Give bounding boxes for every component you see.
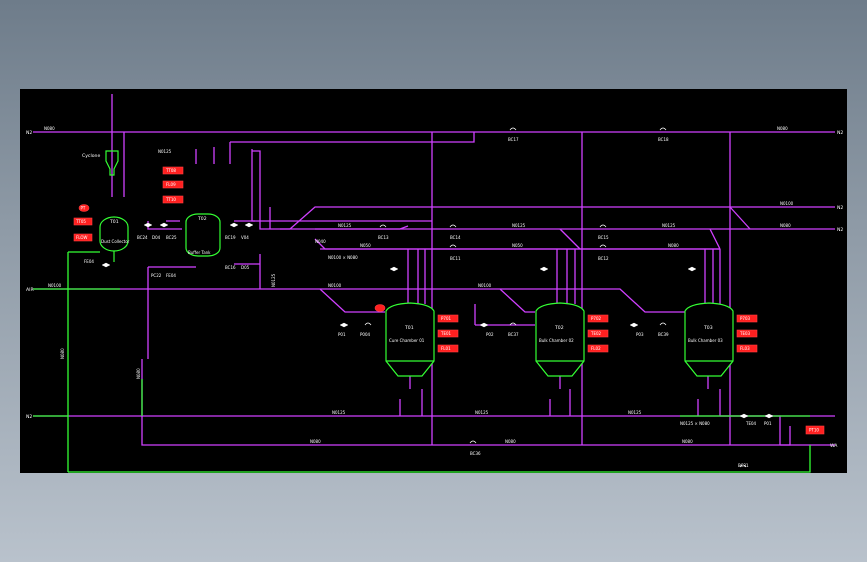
stream-air-left: AIR (26, 287, 34, 293)
valve-c5: BC15 (598, 235, 609, 240)
valve-d3: P02 (486, 332, 494, 337)
alarm-ch3-2-label: TE03 (739, 331, 751, 336)
line-feed-2: N0100 (328, 283, 342, 288)
valve-d6: BC39 (658, 332, 669, 337)
alarm-dc-top-label: PT (81, 206, 86, 211)
alarm-ch3-3-label: FL03 (740, 346, 750, 351)
valve-c1: BC13 (378, 235, 389, 240)
valve-d5: P03 (636, 332, 644, 337)
alarm-ch2-1-label: P702 (591, 316, 602, 321)
valve-c2: BC14 (450, 235, 461, 240)
valve-e1: BC36 (470, 451, 481, 456)
line-bottom-2: N0125 (475, 410, 489, 415)
label-dust-collector: Dust Collector (101, 239, 130, 244)
valve-f2: PC22 (151, 273, 162, 278)
line-top-header: N080 (44, 126, 55, 131)
valve-a1: BC24 (137, 235, 148, 240)
valve-e3: P01 (764, 421, 772, 426)
valve-e4: TE04 (745, 421, 757, 426)
tag-chamber-2: T02 (554, 325, 564, 331)
label-chamber-2: Bulk Chamber 02 (539, 338, 574, 343)
label-buffer-tank: Buffer Tank (188, 250, 211, 255)
valve-b4: D05 (241, 265, 250, 270)
line-bottom-3: N0125 (628, 410, 642, 415)
alarm-ch2-3-label: FL02 (591, 346, 601, 351)
label-chamber-3: Bulk Chamber 03 (688, 338, 723, 343)
valve-f3: FE04 (166, 273, 176, 278)
line-right-1: N0100 (780, 201, 794, 206)
stream-n2-left-low: N2 (26, 414, 32, 420)
valve-b1: BC19 (225, 235, 236, 240)
valve-e2: BC31 (738, 463, 749, 468)
valve-top-1: BC17 (508, 137, 519, 142)
line-mix-2: N0100 × N080 (328, 255, 358, 260)
line-mid-3: N0125 (662, 223, 676, 228)
line-vert-top: N0125 (158, 149, 172, 154)
line-mid-2: N0125 (512, 223, 526, 228)
tag-chamber-3: T03 (703, 325, 713, 331)
line-mix-1: N040 (315, 239, 326, 244)
line-n050-2: N050 (512, 243, 523, 248)
valve-a2: D04 (152, 235, 161, 240)
alarm-ch2-2-label: TE02 (590, 331, 602, 336)
line-vert-mid: N080 (136, 368, 141, 379)
line-labels: N080 N080 N0100 N080 N0125 N0125 N0125 N… (44, 126, 794, 444)
alarm-dc-2-label: FLOW (76, 235, 88, 240)
line-utility-low: N0100 (478, 283, 492, 288)
stream-n2-top-left: N2 (26, 130, 32, 136)
alarm-ch1-1-label: P701 (441, 316, 452, 321)
label-cyclone: Cyclone (82, 153, 100, 159)
process-lines (33, 94, 835, 446)
valve-a3: BC25 (166, 235, 177, 240)
stream-n2-top-right: N2 (837, 130, 843, 136)
alarm-bt-2-label: FL09 (166, 182, 176, 187)
valve-f1: FE04 (84, 259, 94, 264)
alarm-dc-1-label: TT05 (75, 219, 86, 224)
pid-diagram-canvas: .pl { stroke:#d040ff; stroke-width:1.3; … (20, 89, 847, 473)
alarm-outlet-label: PT10 (809, 428, 819, 433)
alarm-bt-1-label: TT08 (165, 168, 176, 173)
line-top-right: N080 (777, 126, 788, 131)
alarm-ch1-3-label: FL01 (441, 346, 451, 351)
pid-diagram: .pl { stroke:#d040ff; stroke-width:1.3; … (26, 94, 843, 473)
alarm-ch3-1-label: P703 (740, 316, 751, 321)
line-vert-left: N080 (60, 348, 65, 359)
line-mix-3: N0125 × N080 (680, 421, 710, 426)
tag-buffer-tank: T02 (197, 216, 207, 222)
valve-b3: BC16 (225, 265, 236, 270)
alarm-ch1-pressure[interactable] (374, 304, 386, 312)
valve-c3: BC11 (450, 256, 461, 261)
valve-b2: V04 (241, 235, 249, 240)
line-n050-1: N050 (360, 243, 371, 248)
valve-d4: BC37 (508, 332, 519, 337)
valve-d2: P004 (360, 332, 371, 337)
line-right-2: N080 (780, 223, 791, 228)
line-bottom-line-3: N080 (682, 439, 693, 444)
stream-n2-right-1: N2 (837, 205, 843, 211)
label-chamber-1: Cure Chamber 01 (389, 338, 425, 343)
valve-tags: BC17 BC18 BC24 D04 BC25 BC19 V04 BC16 D0… (84, 137, 772, 468)
stream-n2-right-2: N2 (837, 227, 843, 233)
valve-c4: BC12 (598, 256, 609, 261)
tag-chamber-1: T01 (404, 325, 414, 331)
alarm-ch1-2-label: TE01 (440, 331, 452, 336)
line-bottom-line-2: N080 (505, 439, 516, 444)
valve-d1: P01 (338, 332, 346, 337)
line-bottom-1: N0125 (332, 410, 346, 415)
alarm-bt-3-label: TT10 (165, 197, 176, 202)
line-mid-1: N0125 (338, 223, 352, 228)
stream-wa-right: WA (830, 443, 838, 449)
line-vert-bt: N0125 (271, 273, 276, 287)
line-n050-3: N080 (668, 243, 679, 248)
tag-dust-collector: T01 (109, 219, 119, 225)
line-bottom-line: N080 (310, 439, 321, 444)
line-feed: N0100 (48, 283, 62, 288)
valve-top-2: BC18 (658, 137, 669, 142)
